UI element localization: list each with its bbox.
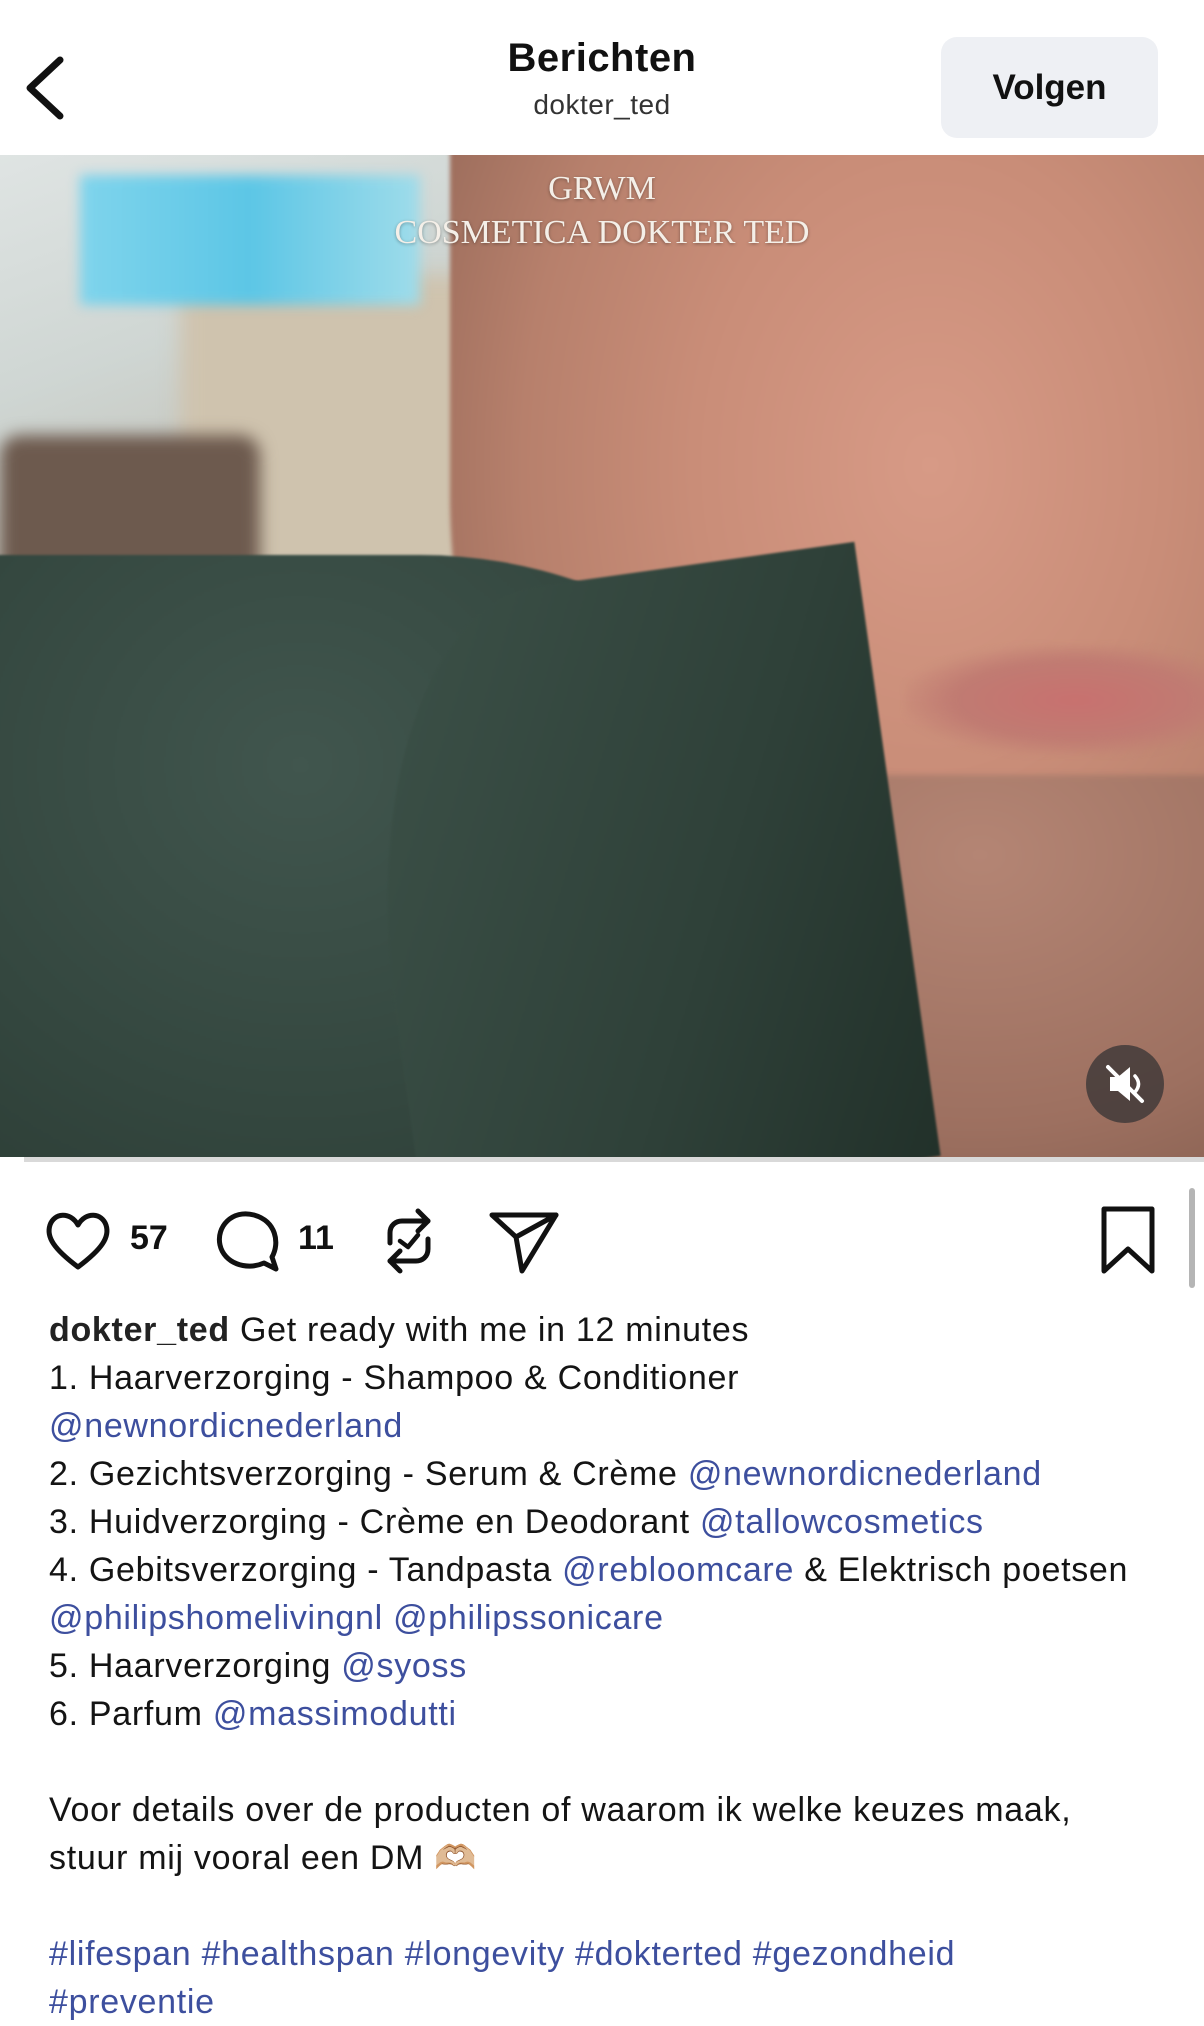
caption-item-2: 2. Gezichtsverzorging - Serum & Crème @n… — [49, 1450, 1159, 1498]
paper-plane-icon — [489, 1212, 559, 1274]
mention-link[interactable]: @syoss — [341, 1647, 467, 1685]
caption-item-4-text-b: & Elektrisch poetsen — [804, 1551, 1129, 1589]
repost-icon — [387, 1208, 431, 1274]
caption-item-1: 1. Haarverzorging - Shampoo & Conditione… — [49, 1354, 1159, 1450]
mention-link[interactable]: @newnordicnederland — [49, 1407, 403, 1445]
post-actions: 57 11 — [0, 1185, 1204, 1295]
post-video[interactable]: GRWM COSMETICA DOKTER TED — [0, 155, 1204, 1160]
caption-item-5-text: 5. Haarverzorging — [49, 1647, 332, 1685]
mute-button[interactable] — [1086, 1045, 1164, 1123]
like-count: 57 — [130, 1219, 168, 1257]
video-progress-fill — [0, 1157, 25, 1162]
caption-item-3: 3. Huidverzorging - Crème en Deodorant @… — [49, 1498, 1159, 1546]
share-button[interactable] — [486, 1203, 562, 1284]
hashtag-link[interactable]: #lifespan — [49, 1935, 191, 1973]
like-button[interactable] — [40, 1203, 116, 1284]
video-overlay-line2: COSMETICA DOKTER TED — [394, 214, 810, 251]
hashtag-link[interactable]: #dokterted — [575, 1935, 743, 1973]
comment-count: 11 — [298, 1219, 334, 1257]
caption-item-1-text: 1. Haarverzorging - Shampoo & Conditione… — [49, 1359, 740, 1397]
mention-link[interactable]: @rebloomcare — [562, 1551, 794, 1589]
caption-item-4-text: 4. Gebitsverzorging - Tandpasta — [49, 1551, 553, 1589]
save-button[interactable] — [1090, 1203, 1166, 1284]
hashtag-link[interactable]: #longevity — [405, 1935, 565, 1973]
comment-button[interactable] — [210, 1203, 286, 1284]
hashtag-link[interactable]: #preventie — [49, 1983, 215, 2021]
scrollbar[interactable] — [1189, 1188, 1195, 1288]
top-bar: Berichten dokter_ted Volgen — [0, 0, 1204, 155]
mention-link[interactable]: @tallowcosmetics — [700, 1503, 984, 1541]
mention-link[interactable]: @massimodutti — [213, 1695, 457, 1733]
mention-link[interactable]: @philipssonicare — [393, 1599, 664, 1637]
video-lips — [905, 645, 1204, 755]
caption-item-6: 6. Parfum @massimodutti — [49, 1690, 1159, 1738]
hashtag-link[interactable]: #healthspan — [202, 1935, 395, 1973]
caption-hashtags: #lifespan #healthspan #longevity #dokter… — [49, 1930, 1159, 2026]
mention-link[interactable]: @newnordicnederland — [688, 1455, 1042, 1493]
mention-link[interactable]: @philipshomelivingnl — [49, 1599, 383, 1637]
caption-username[interactable]: dokter_ted — [49, 1311, 230, 1349]
caption-item-6-text: 6. Parfum — [49, 1695, 203, 1733]
post-caption: dokter_ted Get ready with me in 12 minut… — [49, 1306, 1159, 2026]
caption-item-5: 5. Haarverzorging @syoss — [49, 1642, 1159, 1690]
caption-intro-line: dokter_ted Get ready with me in 12 minut… — [49, 1306, 1159, 1354]
video-overlay-line1: GRWM — [548, 170, 656, 207]
caption-item-2-text: 2. Gezichtsverzorging - Serum & Crème — [49, 1455, 678, 1493]
repost-button[interactable] — [370, 1203, 446, 1284]
hashtag-link[interactable]: #gezondheid — [753, 1935, 955, 1973]
caption-item-3-text: 3. Huidverzorging - Crème en Deodorant — [49, 1503, 690, 1541]
caption-details: Voor details over de producten of waarom… — [49, 1791, 1072, 1877]
caption-item-4: 4. Gebitsverzorging - Tandpasta @rebloom… — [49, 1546, 1159, 1642]
caption-intro: Get ready with me in 12 minutes — [239, 1311, 750, 1349]
video-overlay-text: GRWM COSMETICA DOKTER TED — [0, 167, 1204, 255]
comment-bubble-icon — [216, 1211, 279, 1272]
heart-icon — [46, 1212, 110, 1270]
follow-button[interactable]: Volgen — [941, 37, 1158, 138]
video-progress-bar[interactable] — [0, 1157, 1204, 1162]
bookmark-icon — [1101, 1206, 1155, 1274]
speaker-muted-icon — [1106, 1065, 1144, 1103]
